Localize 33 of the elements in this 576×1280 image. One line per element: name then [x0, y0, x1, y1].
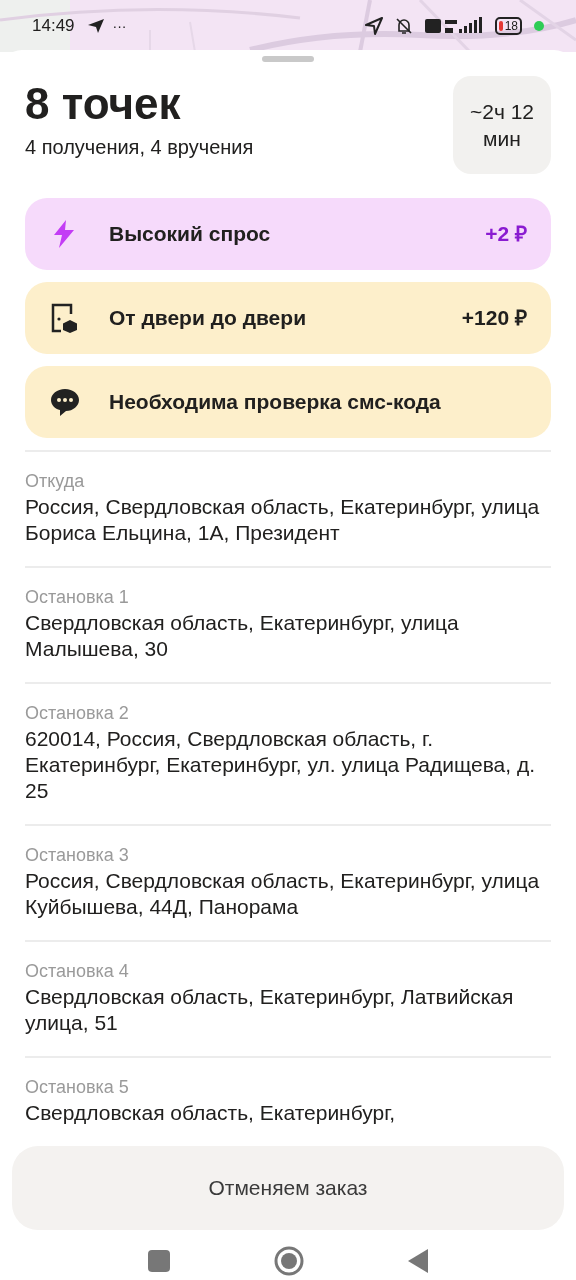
back-icon[interactable]	[408, 1249, 428, 1273]
stop-label: Остановка 4	[25, 960, 130, 982]
feature-label: Высокий спрос	[109, 221, 272, 248]
bonus-amount: +2 ₽	[485, 221, 527, 248]
order-title: 8 точек	[25, 78, 182, 130]
stop-address: Россия, Свердловская область, Екатеринбург, улица Бориса Ельцина, 1А, Президент	[25, 494, 541, 546]
feature-label: От двери до двери	[109, 305, 308, 332]
home-icon[interactable]	[274, 1246, 304, 1276]
drag-handle[interactable]	[262, 56, 314, 62]
status-time: 14:49	[32, 15, 75, 38]
stop-address: Свердловская область, Екатеринбург, Латвийская улица, 51	[25, 984, 515, 1036]
recent-apps-icon[interactable]	[148, 1250, 170, 1272]
order-subtitle: 4 получения, 4 вручения	[25, 135, 255, 160]
feature-label: Необходима проверка смс-кода	[109, 389, 442, 416]
stop-label: Остановка 5	[25, 1076, 130, 1098]
bonus-amount: +120 ₽	[461, 305, 527, 332]
stop-address: Россия, Свердловская область, Екатеринбург, улица Куйбышева, 44Д, Панорама	[25, 868, 541, 920]
battery-indicator: 18	[494, 17, 522, 35]
stop-label: Остановка 2	[25, 702, 130, 724]
muted-bell-icon	[394, 17, 413, 35]
stop-label: Остановка 1	[25, 586, 130, 608]
cancel-order-button[interactable]: Отменяем заказ	[12, 1146, 564, 1230]
duration-badge: ~2ч 12 мин	[453, 76, 551, 174]
send-icon	[86, 18, 105, 34]
location-arrow-icon	[364, 17, 383, 35]
stop-label: Откуда	[25, 470, 86, 492]
signal-icon	[424, 17, 483, 35]
chat-bubble-icon	[49, 386, 81, 418]
stop-address: Свердловская область, Екатеринбург,	[25, 1100, 397, 1126]
stop-address: Свердловская область, Екатеринбург, улица Малышева, 30	[25, 610, 460, 662]
stop-label: Остановка 3	[25, 844, 130, 866]
stop-address: 620014, Россия, Свердловская область, г. Екатеринбург, Екатеринбург, ул. улица Радищева, д. 25	[25, 726, 536, 804]
more-notifications: ···	[112, 16, 127, 36]
